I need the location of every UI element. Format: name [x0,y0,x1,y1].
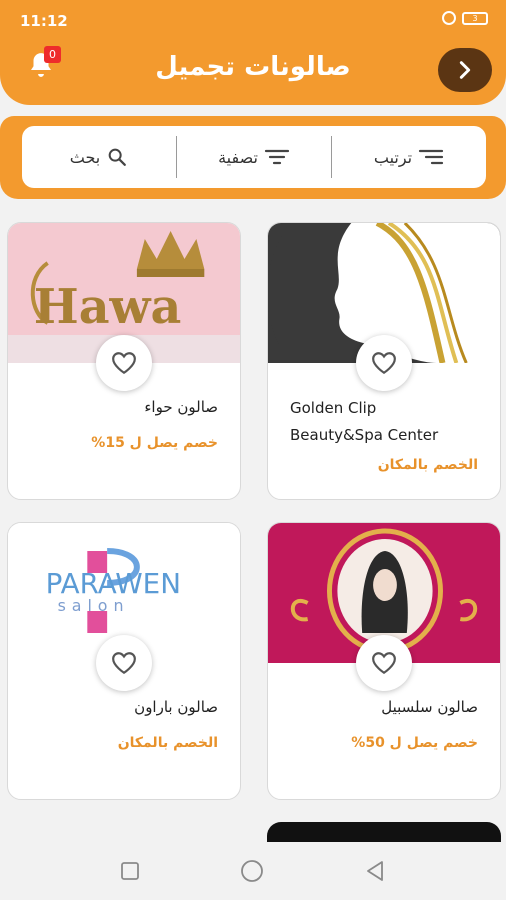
favorite-button[interactable] [356,635,412,691]
search-icon [108,148,127,166]
page-title: صالونات تجميل [155,52,351,82]
triangle-back-icon[interactable] [363,859,387,883]
sort-label: ترتيب [373,147,413,167]
favorite-button[interactable] [96,635,152,691]
filter-button[interactable]: تصفية [177,147,331,167]
salon-discount: خصم يصل ل 50% [351,735,478,751]
heart-icon [372,352,396,375]
salon-name: صالون سلسبيل [381,698,478,716]
salon-discount: خصم يصل ل 15% [91,435,218,451]
svg-text:salon: salon [58,596,130,615]
circle-icon[interactable] [239,858,265,884]
status-time: 11:12 [20,12,68,30]
system-nav-bar [0,842,506,900]
favorite-button[interactable] [356,335,412,391]
salon-discount: الخصم بالمكان [117,735,218,751]
search-button[interactable]: بحث [22,146,176,168]
toolbar-container: بحث تصفية ترتيب [0,116,506,199]
salon-card[interactable]: صالون سلسبيل خصم يصل ل 50% [267,522,501,800]
salon-name: صالون حواء [144,398,218,416]
filter-label: تصفية [218,147,258,167]
heart-icon [112,352,136,375]
sort-icon [419,149,444,165]
status-bar: 11:12 3 [0,0,506,40]
battery-icon: 3 [462,11,488,25]
salon-name: Golden Clip Beauty&Spa Center [290,399,439,444]
app-header: 0 صالونات تجميل [0,40,506,105]
chevron-right-icon [459,61,471,79]
salon-name: صالون باراون [134,698,218,716]
salon-card[interactable]: Hawa صالون حواء خصم يصل ل 15% [7,222,241,500]
svg-text:Hawa: Hawa [34,279,182,335]
heart-icon [372,652,396,675]
status-icons: 3 [442,11,488,25]
salon-card[interactable]: PARAWEN salon صالون باراون الخصم بالمكان [7,522,241,800]
toolbar: بحث تصفية ترتيب [22,126,486,188]
heart-icon [112,652,136,675]
salon-card[interactable]: Golden Clip Beauty&Spa Center الخصم بالم… [267,222,501,500]
square-icon[interactable] [119,860,141,882]
alarm-icon [442,11,456,25]
filter-icon [264,149,290,165]
screen: 11:12 3 0 صالونات تجميل بحث تصفية ترتيب … [0,0,506,900]
favorite-button[interactable] [96,335,152,391]
back-button[interactable] [438,48,492,92]
sort-button[interactable]: ترتيب [332,147,486,167]
search-label: بحث [69,147,101,167]
salon-discount: الخصم بالمكان [377,457,478,473]
